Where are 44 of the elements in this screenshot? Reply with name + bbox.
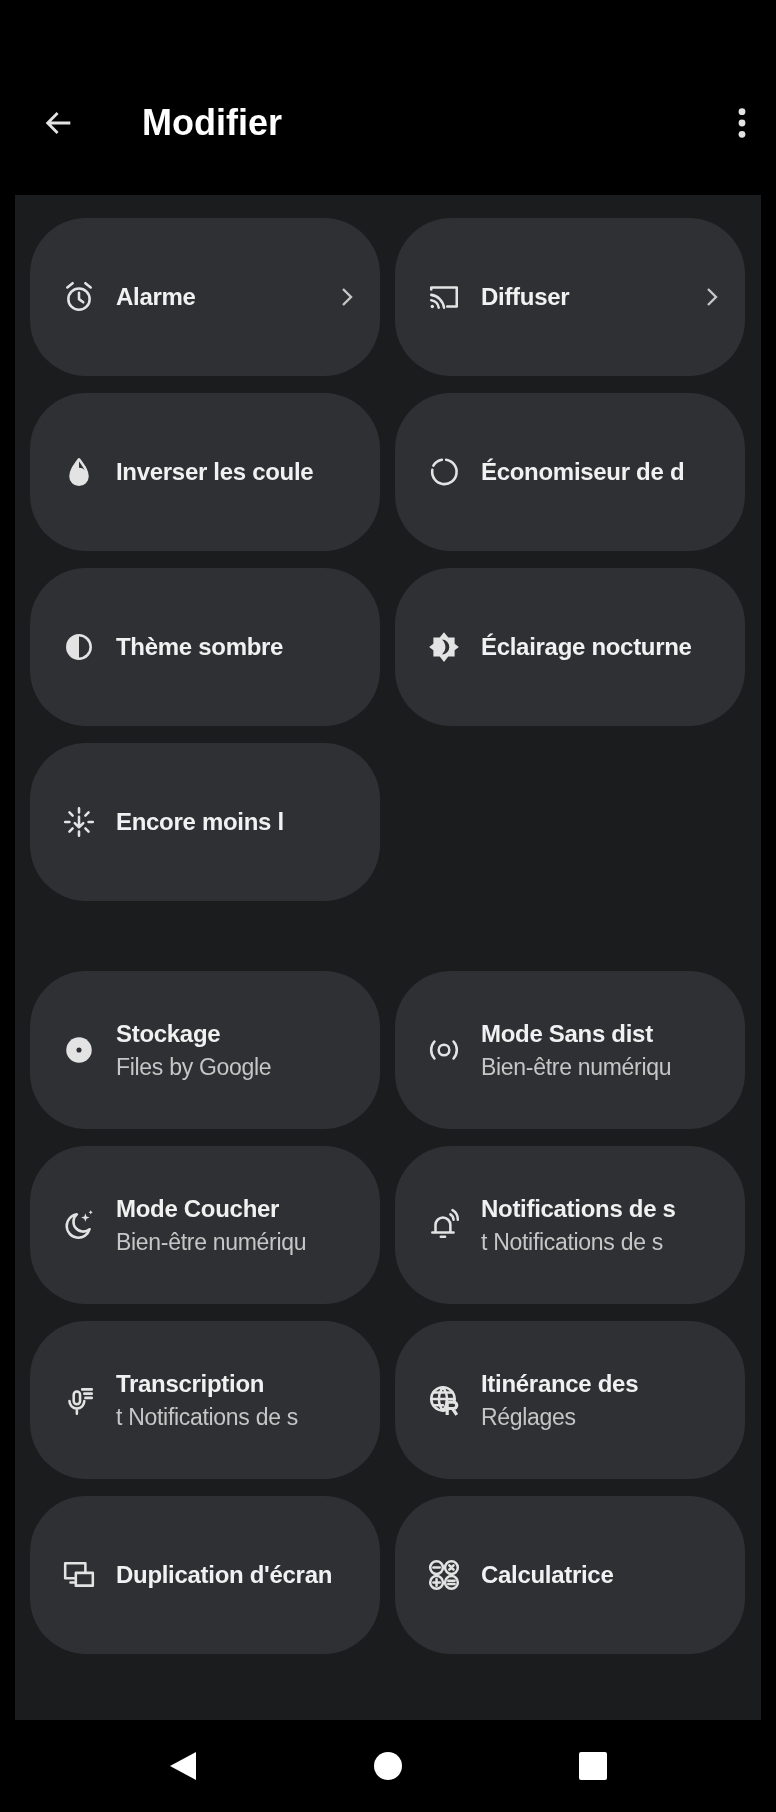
quick-settings-tile[interactable]: Notifications de s t Notifications de s bbox=[395, 1146, 745, 1304]
home-icon[interactable] bbox=[373, 1751, 403, 1781]
quick-settings-tile[interactable]: Encore moins l bbox=[30, 743, 380, 901]
quick-settings-tile[interactable]: Alarme bbox=[30, 218, 380, 376]
quick-settings-tile[interactable]: Calculatrice bbox=[395, 1496, 745, 1654]
quick-settings-tile[interactable]: Diffuser bbox=[395, 218, 745, 376]
quick-settings-tile[interactable]: Mode Coucher Bien-être numériqu bbox=[30, 1146, 380, 1304]
quick-settings-tile[interactable]: Inverser les coule bbox=[30, 393, 380, 551]
dim-light-icon bbox=[62, 805, 96, 839]
tile-subtitle: t Notifications de s bbox=[481, 1228, 664, 1256]
tile-label: Transcription bbox=[116, 1369, 266, 1398]
quick-settings-tile[interactable]: Économiseur de d bbox=[395, 393, 745, 551]
tile-label: Stockage bbox=[116, 1019, 222, 1048]
tile-subtitle: Réglages bbox=[481, 1403, 577, 1431]
tile-subtitle: t Notifications de s bbox=[116, 1403, 299, 1431]
tile-subtitle: Files by Google bbox=[116, 1053, 273, 1081]
tile-label: Thème sombre bbox=[116, 633, 285, 661]
quick-settings-tile[interactable]: Éclairage nocturne bbox=[395, 568, 745, 726]
globe-icon bbox=[427, 1383, 461, 1417]
quick-settings-tile[interactable]: Duplication d'écran bbox=[30, 1496, 380, 1654]
tile-label: Éclairage nocturne bbox=[481, 633, 693, 661]
quick-settings-tile[interactable]: Stockage Files by Google bbox=[30, 971, 380, 1129]
tile-label: Alarme bbox=[116, 283, 197, 311]
more-options-icon[interactable] bbox=[736, 105, 748, 140]
tile-label: Économiseur de d bbox=[481, 458, 686, 486]
tile-label: Itinérance des bbox=[481, 1369, 640, 1398]
quick-settings-tile[interactable]: Thème sombre bbox=[30, 568, 380, 726]
sun-moon-icon bbox=[427, 630, 461, 664]
tile-label: Calculatrice bbox=[481, 1561, 615, 1589]
tile-label: Mode Coucher bbox=[116, 1194, 281, 1223]
screen-title: Modifier bbox=[142, 101, 283, 144]
recents-icon[interactable] bbox=[578, 1751, 609, 1781]
tile-label: Inverser les coule bbox=[116, 458, 315, 486]
tile-subtitle: Bien-être numériqu bbox=[116, 1228, 308, 1256]
tile-subtitle: Bien-être numériqu bbox=[481, 1053, 673, 1081]
quick-settings-tile[interactable]: Itinérance des Réglages bbox=[395, 1321, 745, 1479]
quick-settings-tile[interactable]: Mode Sans dist Bien-être numériqu bbox=[395, 971, 745, 1129]
tile-label: Encore moins l bbox=[116, 808, 285, 836]
calculator-icon bbox=[427, 1558, 461, 1592]
quick-settings-tile[interactable]: Transcription t Notifications de s bbox=[30, 1321, 380, 1479]
tile-label: Duplication d'écran bbox=[116, 1561, 334, 1589]
tile-label: Diffuser bbox=[481, 283, 571, 311]
tile-label: Notifications de s bbox=[481, 1194, 677, 1223]
tile-label: Mode Sans dist bbox=[481, 1019, 654, 1048]
